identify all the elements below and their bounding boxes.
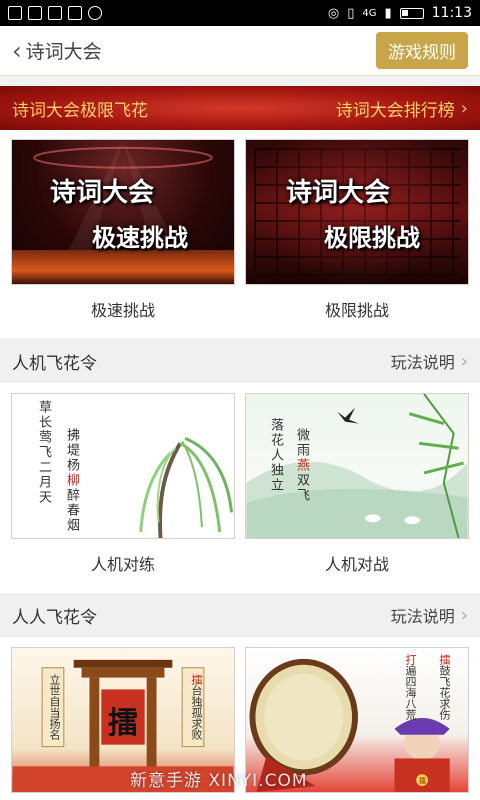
arena-character: 擂 bbox=[108, 706, 138, 741]
page-title[interactable]: 诗词大会 bbox=[26, 37, 102, 64]
notification-icons bbox=[8, 6, 102, 20]
speed-challenge-card[interactable]: 诗词大会 极速挑战 极速挑战 bbox=[11, 139, 235, 321]
ai-how-to-play-link[interactable]: 玩法说明 › bbox=[391, 349, 468, 373]
poem-line-1: 草长莺飞二月天 bbox=[36, 400, 51, 505]
drum-left-column: 打遍四海八荒 bbox=[404, 654, 417, 720]
ai-section-title: 人机飞花令 bbox=[12, 353, 97, 374]
extreme-challenge-image: 诗词大会 极限挑战 bbox=[245, 139, 469, 285]
leaderboard-link[interactable]: 诗词大会排行榜 › bbox=[336, 96, 468, 121]
ai-battle-card[interactable]: 落花人独立 微雨燕双飞 人机对战 bbox=[245, 393, 469, 575]
app-notification-icon bbox=[8, 6, 22, 20]
ai-cards: 草长莺飞二月天 拂堤杨柳醉春烟 人机对练 落花人独立 微雨燕双飞 人机对战 bbox=[0, 383, 480, 593]
ai-battle-image: 落花人独立 微雨燕双飞 bbox=[245, 393, 469, 539]
back-chevron-icon[interactable]: ‹ bbox=[12, 39, 22, 63]
ai-practice-image: 草长莺飞二月天 拂堤杨柳醉春烟 bbox=[11, 393, 235, 539]
pvp-how-to-play-link[interactable]: 玩法说明 › bbox=[391, 603, 468, 627]
pvp-section-title: 人人飞花令 bbox=[12, 607, 97, 628]
drum-right-column: 擂鼓飞花求伤 bbox=[438, 654, 451, 720]
extreme-challenge-card[interactable]: 诗词大会 极限挑战 极限挑战 bbox=[245, 139, 469, 321]
speed-challenge-label: 极速挑战 bbox=[90, 301, 155, 320]
promo-banner[interactable]: 诗词大会极限飞花 诗词大会排行榜 › bbox=[0, 86, 480, 130]
banner-extreme-flying-flower[interactable]: 诗词大会极限飞花 bbox=[12, 96, 148, 121]
mail-icon bbox=[68, 6, 82, 20]
more-icon bbox=[88, 6, 102, 20]
poem-line-1: 落花人独立 bbox=[268, 418, 283, 493]
app-header: ‹ 诗词大会 游戏规则 bbox=[0, 26, 480, 76]
game-rules-button[interactable]: 游戏规则 bbox=[376, 32, 468, 69]
chevron-right-icon: › bbox=[460, 97, 468, 119]
image-icon bbox=[48, 6, 62, 20]
left-scroll-text: 立世自当扬名 bbox=[48, 674, 61, 740]
vibrate-icon: ▯ bbox=[347, 5, 355, 21]
message-icon bbox=[28, 6, 42, 20]
network-type: 4G bbox=[362, 7, 377, 19]
chevron-right-icon: › bbox=[460, 350, 468, 372]
location-icon: ◎ bbox=[327, 5, 340, 21]
watermark: 新意手游 XINYI.COM bbox=[130, 771, 308, 791]
stage-floor bbox=[12, 250, 234, 284]
image-title: 诗词大会 bbox=[286, 178, 391, 208]
image-subtitle: 极限挑战 bbox=[324, 223, 420, 252]
poem-line-2: 拂堤杨柳醉春烟 bbox=[64, 428, 79, 533]
image-subtitle: 极速挑战 bbox=[92, 223, 188, 252]
how-to-play-label: 玩法说明 bbox=[390, 353, 455, 372]
ai-section-header: 人机飞花令 玩法说明 › bbox=[0, 339, 480, 383]
pvp-section-header: 人人飞花令 玩法说明 › bbox=[0, 593, 480, 637]
battery-icon bbox=[399, 7, 424, 19]
how-to-play-label: 玩法说明 bbox=[390, 607, 455, 626]
stage-glow bbox=[246, 140, 468, 284]
extreme-challenge-label: 极限挑战 bbox=[324, 301, 389, 320]
speed-challenge-image: 诗词大会 极速挑战 bbox=[11, 139, 235, 285]
ai-practice-label: 人机对练 bbox=[90, 555, 155, 574]
leaderboard-label: 诗词大会排行榜 bbox=[335, 100, 455, 121]
chevron-right-icon: › bbox=[460, 604, 468, 626]
status-time: 11:13 bbox=[431, 5, 472, 21]
status-bar: ◎ ▯ 4G ▮ 11:13 bbox=[0, 0, 480, 26]
image-title: 诗词大会 bbox=[50, 178, 155, 208]
signal-icon: ▮ bbox=[384, 5, 392, 21]
badge-character: 擂 bbox=[419, 777, 426, 785]
challenge-section: 诗词大会 极速挑战 极速挑战 诗词大会 极限挑战 极限挑战 bbox=[0, 130, 480, 338]
ai-battle-label: 人机对战 bbox=[324, 555, 389, 574]
poem-line-2: 微雨燕双飞 bbox=[294, 428, 309, 503]
right-scroll-text: 擂台独孤求败 bbox=[190, 674, 203, 740]
ai-practice-card[interactable]: 草长莺飞二月天 拂堤杨柳醉春烟 人机对练 bbox=[11, 393, 235, 575]
